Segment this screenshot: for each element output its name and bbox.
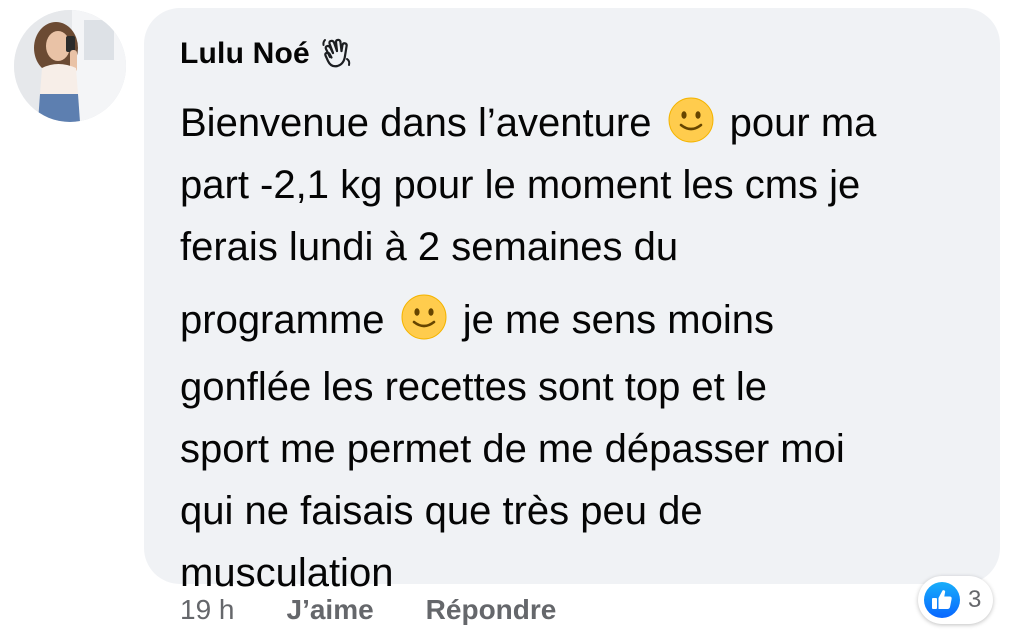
waving-hand-icon: [320, 37, 354, 71]
comment-author-row: Lulu Noé: [180, 34, 964, 74]
comment-line: sport me permet de me dépasser moi: [180, 427, 845, 471]
reaction-count: 3: [968, 586, 982, 613]
author-name[interactable]: Lulu Noé: [180, 37, 310, 71]
comment-line: part -2,1 kg pour le moment les cms je: [180, 163, 861, 207]
reply-button[interactable]: Répondre: [426, 594, 557, 626]
comment-line: programme je me sens moins: [180, 284, 980, 356]
comment-line: ferais lundi à 2 semaines du: [180, 225, 679, 269]
avatar-photo: [14, 10, 126, 122]
like-button[interactable]: J’aime: [287, 594, 374, 626]
comment-line: qui ne faisais que très peu de: [180, 489, 703, 533]
like-icon: [922, 580, 962, 620]
slightly-smiling-face-icon: [667, 96, 715, 144]
comment-text: Bienvenue dans l’aventure pour ma part -…: [180, 92, 980, 604]
comment-bubble: Lulu Noé Bienvenue dans l’aventure pour …: [144, 8, 1000, 595]
avatar[interactable]: [14, 10, 126, 122]
reaction-summary[interactable]: 3: [918, 576, 994, 624]
slightly-smiling-face-icon: [400, 292, 448, 340]
comment-line: Bienvenue dans l’aventure pour ma: [180, 92, 980, 154]
comment-line: gonflée les recettes sont top et le: [180, 365, 768, 409]
comment-actions: 19 h J’aime Répondre: [180, 594, 556, 634]
comment-timestamp[interactable]: 19 h: [180, 594, 235, 626]
